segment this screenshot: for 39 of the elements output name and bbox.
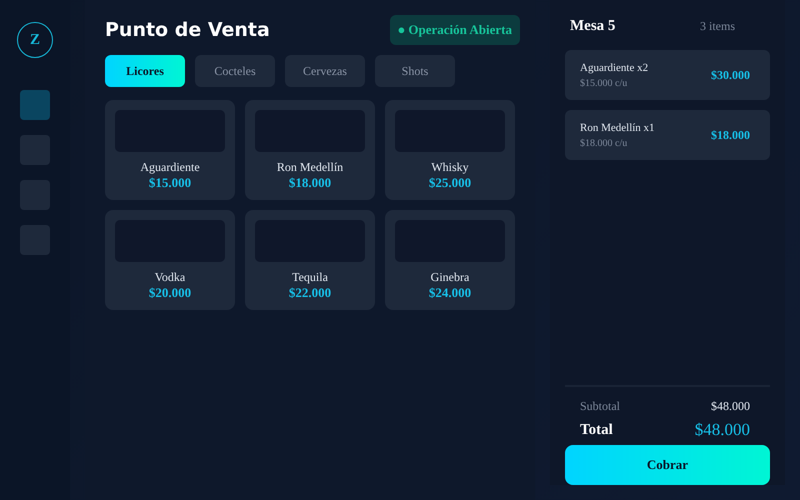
subtotal-value: $48.000: [711, 399, 750, 414]
product-card[interactable]: Whisky $25.000: [385, 100, 515, 200]
charge-button[interactable]: Cobrar: [565, 445, 770, 485]
table-title: Mesa 5: [570, 18, 616, 34]
product-card[interactable]: Tequila $22.000: [245, 210, 375, 310]
product-price: $20.000: [148, 285, 192, 300]
category-tab[interactable]: Cocteles: [195, 55, 275, 87]
product-price: $22.000: [288, 285, 332, 300]
product-card[interactable]: Ron Medellín $18.000: [245, 100, 375, 200]
product-name: Vodka: [154, 270, 186, 285]
total-label: Total: [580, 422, 613, 438]
category-tab[interactable]: Shots: [375, 55, 455, 87]
product-name: Tequila: [292, 270, 328, 285]
unit-price: $18.000 c/u: [580, 138, 628, 148]
nav-item[interactable]: [20, 90, 50, 120]
unit-price: $15.000 c/u: [580, 78, 628, 88]
subtotal-label: Subtotal: [580, 399, 620, 414]
item-name: Ron Medellín x1: [580, 122, 655, 134]
item-total: $18.000: [711, 128, 750, 142]
item-total: $30.000: [711, 68, 750, 82]
product-name: Aguardiente: [140, 160, 200, 175]
status-badge: ● Operación Abierta: [390, 15, 520, 45]
category-tab[interactable]: Cervezas: [285, 55, 365, 87]
product-price: $15.000: [148, 175, 192, 190]
product-card[interactable]: Ginebra $24.000: [385, 210, 515, 310]
product-name: Ron Medellín: [276, 160, 344, 175]
item-name: Aguardiente x2: [580, 62, 648, 74]
product-card[interactable]: Aguardiente $15.000: [105, 100, 235, 200]
product-price: $25.000: [428, 175, 472, 190]
product-price: $18.000: [288, 175, 332, 190]
logo: Z: [17, 22, 53, 58]
product-price: $24.000: [428, 285, 472, 300]
item-count: 3 items: [700, 18, 735, 34]
product-name: Ginebra: [430, 270, 470, 285]
product-card[interactable]: Vodka $20.000: [105, 210, 235, 310]
category-tab[interactable]: Licores: [105, 55, 185, 87]
page-title: Punto de Venta: [105, 19, 270, 41]
total-value: $48.000: [694, 420, 750, 440]
product-name: Whisky: [431, 160, 469, 175]
